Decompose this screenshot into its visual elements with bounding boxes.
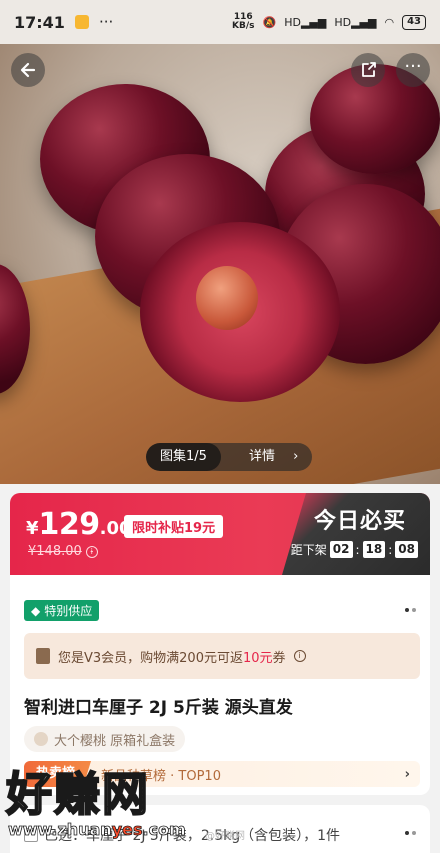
original-price[interactable]: ¥148.00 i	[28, 544, 98, 559]
countdown-seconds: 08	[395, 541, 418, 558]
share-button[interactable]	[351, 53, 385, 87]
tab-detail[interactable]: 详情 ›	[221, 443, 312, 471]
product-tag-chip: 大个樱桃 原箱礼盒装	[24, 726, 186, 752]
product-detail-screen: 17:41 ··· 116 KB/s 🔕 HD▂▄▆ HD▂▄▆ ◠ 43 ··…	[0, 0, 440, 853]
battery-icon: 43	[402, 14, 426, 30]
cherry-pit-graphic	[196, 266, 258, 330]
status-right-icons: 116 KB/s 🔕 HD▂▄▆ HD▂▄▆ ◠ 43	[232, 13, 426, 31]
signal-icon-2: HD▂▄▆	[334, 15, 377, 29]
mute-icon: 🔕	[262, 15, 277, 29]
product-title: 智利进口车厘子 2J 5斤装 源头直发	[24, 698, 293, 718]
info-icon[interactable]: i	[85, 545, 98, 558]
carousel-dots	[405, 608, 416, 612]
countdown: 距下架 02 : 18 : 08	[291, 541, 418, 558]
subsidy-badge: 限时补贴19元	[124, 515, 224, 538]
watermark-logo-text: 好赚网	[5, 767, 150, 821]
more-options-button[interactable]: ···	[396, 53, 430, 87]
coupon-icon	[36, 648, 50, 664]
watermark: 好赚网 www.zhuanyes.com	[5, 767, 187, 840]
coupon-info-icon[interactable]: i	[293, 650, 306, 662]
share-icon	[362, 62, 376, 77]
cherry-tag-icon	[34, 732, 48, 746]
app-notification-icon	[74, 15, 89, 29]
current-price: ¥ 129 .00	[26, 507, 132, 542]
watermark-url: www.zhuanyes.com	[8, 820, 187, 840]
countdown-hours: 02	[329, 541, 353, 558]
status-bar: 17:41 ··· 116 KB/s 🔕 HD▂▄▆ HD▂▄▆ ◠ 43	[0, 0, 440, 44]
special-supply-badge: ◆ 特别供应	[24, 600, 100, 621]
countdown-minutes: 18	[362, 541, 386, 558]
status-left-icons: ···	[74, 13, 114, 31]
price-banner: ¥ 129 .00 限时补贴19元 ¥148.00 i 今日必买 距下架 02 …	[10, 493, 430, 575]
member-coupon-bar[interactable]: 您是V3会员，购物满200元可返10元券 i	[24, 633, 420, 679]
spec-more-dots[interactable]	[405, 831, 416, 835]
chevron-right-icon: ›	[404, 766, 410, 782]
product-info-card: ◆ 特别供应 您是V3会员，购物满200元可返10元券 i 智利进口车厘子 2J…	[10, 575, 430, 795]
back-arrow-icon	[20, 62, 36, 78]
watermark-small: @好赚网	[205, 831, 245, 842]
status-time: 17:41	[14, 12, 65, 32]
tab-album[interactable]: 图集1/5	[146, 443, 221, 471]
back-button[interactable]	[11, 53, 45, 87]
gallery-switcher: 图集1/5 详情 ›	[146, 443, 313, 471]
net-speed: 116 KB/s	[232, 12, 255, 31]
product-image[interactable]: ···	[0, 44, 440, 484]
coupon-text: 您是V3会员，购物满200元可返10元券	[58, 650, 286, 666]
wifi-icon: ◠	[384, 15, 395, 29]
signal-icon-1: HD▂▄▆	[284, 15, 327, 29]
today-must-buy-title: 今日必买	[313, 509, 406, 534]
diamond-icon: ◆	[31, 603, 41, 618]
more-notifications-icon: ···	[98, 13, 114, 31]
more-dots-icon: ···	[404, 56, 422, 77]
